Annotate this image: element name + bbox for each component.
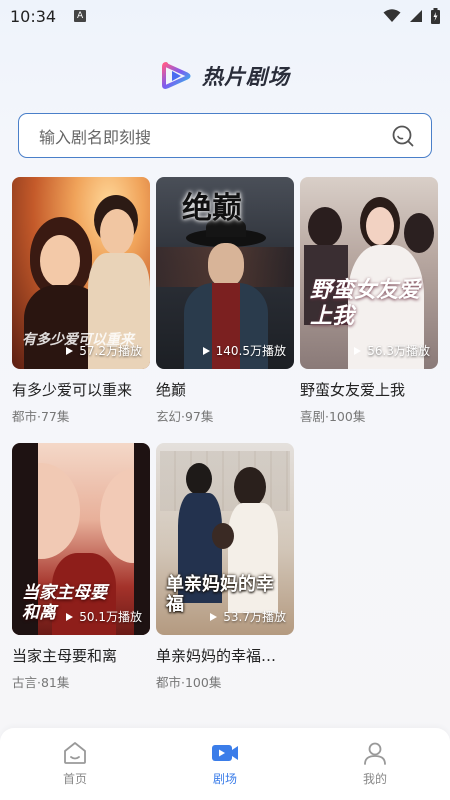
drama-card[interactable]: 野蛮女友爱上我 56.3万播放 野蛮女友爱上我 喜剧·100集	[300, 177, 438, 435]
poster-image: 野蛮女友爱上我	[300, 177, 438, 369]
drama-meta: 喜剧·100集	[300, 409, 366, 424]
poster-title-text: 野蛮女友爱上我	[310, 277, 421, 329]
user-icon	[364, 742, 386, 765]
play-count: 57.2万播放	[66, 342, 142, 359]
notification-icon: A	[74, 10, 87, 22]
drama-grid: 有多少爱可以重来 57.2万播放 有多少爱可以重来 都市·77集 绝巅 140.…	[12, 177, 442, 701]
wifi-icon	[383, 9, 401, 22]
tab-home[interactable]: 首页	[0, 728, 150, 800]
drama-title[interactable]: 绝巅	[156, 379, 294, 400]
tab-home-label: 首页	[62, 772, 87, 786]
search-input[interactable]: 输入剧名即刻搜	[39, 124, 391, 148]
play-count-text: 57.2万播放	[79, 344, 142, 358]
play-count: 53.7万播放	[210, 608, 286, 625]
drama-title[interactable]: 当家主母要和离	[12, 645, 150, 666]
drama-card[interactable]: 绝巅 140.5万播放 绝巅 玄幻·97集	[156, 177, 294, 435]
poster-image: 绝巅	[156, 177, 294, 369]
drama-title[interactable]: 有多少爱可以重来	[12, 379, 150, 400]
app-logo-icon	[162, 62, 191, 89]
tab-mine[interactable]: 我的	[300, 728, 450, 800]
tab-theater[interactable]: 剧场	[150, 728, 300, 800]
drama-card[interactable]: 单亲妈妈的幸福 53.7万播放 单亲妈妈的幸福… 都市·100集	[156, 443, 294, 701]
drama-poster[interactable]: 野蛮女友爱上我 56.3万播放	[300, 177, 438, 369]
play-icon	[210, 612, 218, 621]
home-icon	[64, 742, 86, 764]
bottom-tab-bar: 首页 剧场 我的	[0, 728, 450, 800]
status-time: 10:34	[10, 6, 57, 26]
signal-icon	[410, 10, 422, 22]
drama-poster[interactable]: 当家主母要和离 50.1万播放	[12, 443, 150, 635]
drama-meta: 都市·100集	[156, 675, 222, 690]
tab-theater-label: 剧场	[212, 772, 237, 786]
drama-card[interactable]: 当家主母要和离 50.1万播放 当家主母要和离 古言·81集	[12, 443, 150, 701]
play-icon	[354, 346, 362, 355]
play-count: 50.1万播放	[66, 608, 142, 625]
play-count-text: 140.5万播放	[215, 344, 286, 358]
play-count: 140.5万播放	[202, 342, 286, 359]
drama-title[interactable]: 单亲妈妈的幸福…	[156, 645, 294, 666]
drama-poster[interactable]: 有多少爱可以重来 57.2万播放	[12, 177, 150, 369]
drama-poster[interactable]: 单亲妈妈的幸福 53.7万播放	[156, 443, 294, 635]
tab-mine-label: 我的	[362, 772, 387, 786]
play-count-text: 53.7万播放	[223, 610, 286, 624]
poster-title-text: 绝巅	[182, 191, 242, 226]
play-count-text: 50.1万播放	[79, 610, 142, 624]
drama-meta: 玄幻·97集	[156, 409, 214, 424]
search-bar[interactable]: 输入剧名即刻搜	[18, 113, 432, 158]
status-icons	[383, 8, 440, 24]
app-title: 热片剧场	[202, 65, 290, 89]
drama-title[interactable]: 野蛮女友爱上我	[300, 379, 438, 400]
play-icon	[66, 612, 74, 621]
search-icon[interactable]	[391, 124, 415, 148]
drama-meta: 都市·77集	[12, 409, 70, 424]
battery-icon	[431, 8, 440, 24]
poster-image: 当家主母要和离	[12, 443, 150, 635]
app-header: 热片剧场	[0, 58, 450, 94]
drama-poster[interactable]: 绝巅 140.5万播放	[156, 177, 294, 369]
drama-meta: 古言·81集	[12, 675, 70, 690]
play-icon	[66, 346, 74, 355]
play-count: 56.3万播放	[354, 342, 430, 359]
poster-image: 单亲妈妈的幸福	[156, 443, 294, 635]
video-icon	[212, 745, 238, 761]
drama-card[interactable]: 有多少爱可以重来 57.2万播放 有多少爱可以重来 都市·77集	[12, 177, 150, 435]
poster-image: 有多少爱可以重来	[12, 177, 150, 369]
status-bar: 10:34 A	[0, 0, 450, 32]
play-count-text: 56.3万播放	[367, 344, 430, 358]
play-icon	[202, 346, 210, 355]
